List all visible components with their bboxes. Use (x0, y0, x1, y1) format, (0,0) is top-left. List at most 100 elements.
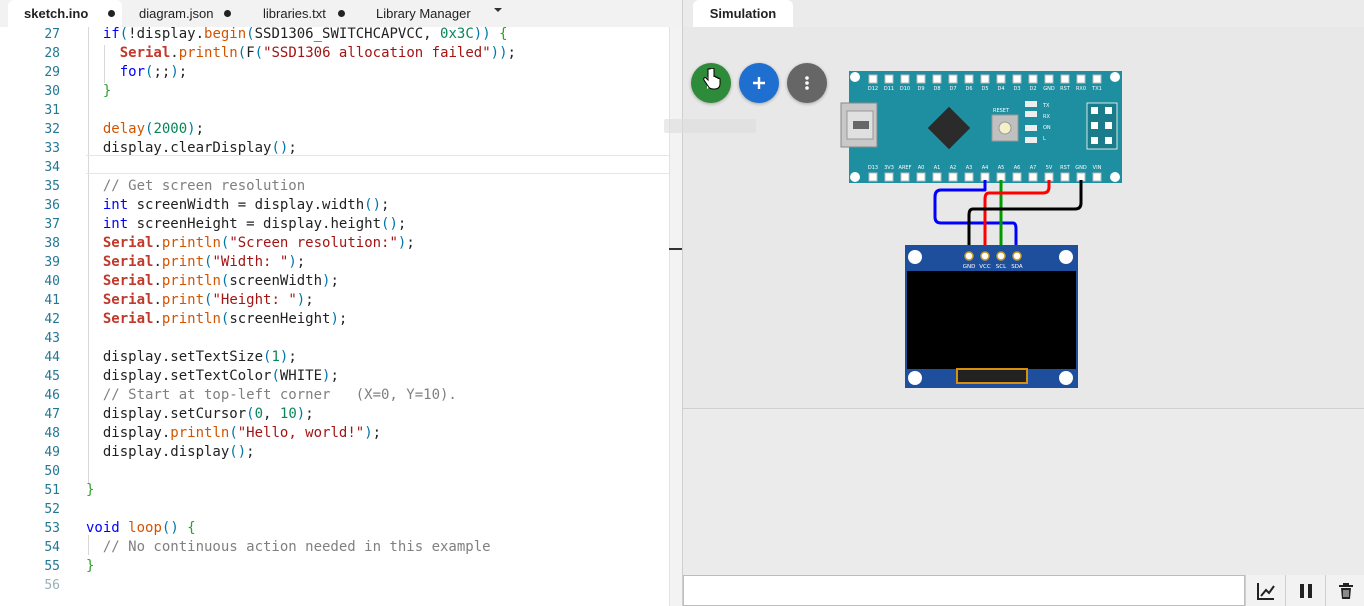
serial-monitor-input[interactable] (683, 575, 1245, 606)
header-pin[interactable] (868, 172, 878, 182)
header-pin[interactable] (932, 172, 942, 182)
code-line[interactable]: } (86, 82, 111, 101)
pin-label: A7 (1030, 165, 1037, 171)
code-line[interactable]: Serial.println(F("SSD1306 allocation fai… (86, 44, 516, 63)
header-pin[interactable] (884, 172, 894, 182)
code-line[interactable]: display.println("Hello, world!"); (86, 424, 381, 443)
line-number: 44 (44, 350, 60, 365)
header-pin[interactable] (884, 74, 894, 84)
tab-diagram-json[interactable]: diagram.json (128, 0, 244, 27)
plotter-button[interactable] (1245, 575, 1286, 606)
oled-pin[interactable] (1012, 251, 1022, 261)
header-pin[interactable] (948, 172, 958, 182)
oled-pin[interactable] (996, 251, 1006, 261)
header-pin[interactable] (1044, 74, 1054, 84)
code-line[interactable]: display.display(); (86, 443, 255, 462)
code-line[interactable]: } (86, 481, 94, 500)
pause-button[interactable] (1285, 575, 1326, 606)
header-pin[interactable] (996, 172, 1006, 182)
oled-pin[interactable] (980, 251, 990, 261)
line-number: 56 (44, 578, 60, 593)
serial-monitor-output (683, 409, 1364, 575)
line-number: 46 (44, 388, 60, 403)
code-line[interactable]: Serial.println(screenWidth); (86, 272, 339, 291)
oled-display[interactable]: GND VCC SCL SDA (905, 245, 1078, 388)
code-line[interactable]: int screenWidth = display.width(); (86, 196, 390, 215)
code-line[interactable]: // Start at top-left corner (X=0, Y=10). (86, 386, 457, 405)
header-pin[interactable] (964, 74, 974, 84)
editor-scrollbar[interactable] (669, 27, 682, 606)
header-pin[interactable] (900, 172, 910, 182)
code-line[interactable]: Serial.println(screenHeight); (86, 310, 348, 329)
code-line[interactable]: display.setTextSize(1); (86, 348, 297, 367)
wire-sda[interactable] (933, 180, 1018, 255)
header-pin[interactable] (1012, 172, 1022, 182)
code-line[interactable]: display.clearDisplay(); (86, 139, 297, 158)
header-pin[interactable] (996, 74, 1006, 84)
line-number: 28 (44, 46, 60, 61)
header-pin[interactable] (964, 172, 974, 182)
panel-resize-handle[interactable] (669, 248, 682, 250)
code-line[interactable]: Serial.print("Width: "); (86, 253, 305, 272)
pin-label: D7 (949, 86, 956, 92)
simulation-canvas[interactable]: D12 D11 D10 D9 D8 D7 D6 D5 D4 D3 D2 GND RST RX0 TX1 D1… (664, 27, 1364, 408)
pin-label: 3V3 (884, 165, 894, 171)
pin-label: D12 (868, 86, 878, 92)
header-pin[interactable] (1076, 172, 1086, 182)
tab-library-manager[interactable]: Library Manager (362, 0, 488, 27)
line-number: 41 (44, 293, 60, 308)
code-line[interactable]: // No continuous action needed in this e… (86, 538, 491, 557)
header-pin[interactable] (1028, 172, 1038, 182)
oled-pin[interactable] (964, 251, 974, 261)
header-pin[interactable] (1076, 74, 1086, 84)
code-editor-panel: sketch.ino diagram.json libraries.txt Li… (0, 0, 682, 606)
header-pin[interactable] (1092, 74, 1102, 84)
code-line[interactable]: int screenHeight = display.height(); (86, 215, 406, 234)
arduino-nano-board[interactable]: D12 D11 D10 D9 D8 D7 D6 D5 D4 D3 D2 GND RST RX0 TX1 D1… (840, 71, 1122, 183)
code-line[interactable]: for(;;); (86, 63, 187, 82)
tab-simulation[interactable]: Simulation (693, 0, 793, 27)
header-pin[interactable] (1060, 74, 1070, 84)
code-line[interactable]: Serial.print("Height: "); (86, 291, 314, 310)
pin-label: D6 (965, 86, 972, 92)
code-line[interactable]: delay(2000); (86, 120, 204, 139)
pin-label: RST (1060, 165, 1071, 171)
code-line[interactable]: void loop() { (86, 519, 196, 538)
header-pin[interactable] (948, 74, 958, 84)
code-line[interactable]: display.setTextColor(WHITE); (86, 367, 339, 386)
code-line[interactable]: } (86, 557, 94, 576)
header-pin[interactable] (1012, 74, 1022, 84)
line-number: 29 (44, 65, 60, 80)
pin-label: VIN (1093, 165, 1102, 171)
header-pin[interactable] (980, 74, 990, 84)
code-area[interactable]: 27 if(!display.begin(SSD1306_SWITCHCAPVC… (0, 25, 682, 606)
line-number: 53 (44, 521, 60, 536)
header-pin[interactable] (1092, 172, 1102, 182)
tab-sketch-ino[interactable]: sketch.ino (8, 0, 122, 27)
chevron-down-icon[interactable] (492, 4, 504, 16)
code-line[interactable]: Serial.println("Screen resolution:"); (86, 234, 415, 253)
code-line[interactable]: if(!display.begin(SSD1306_SWITCHCAPVCC, … (86, 25, 508, 44)
header-pin[interactable] (916, 74, 926, 84)
pin-label: 5V (1046, 165, 1053, 171)
pin-label: A4 (982, 165, 989, 171)
header-pin[interactable] (916, 172, 926, 182)
pin-label: RX0 (1076, 86, 1086, 92)
led-label: ON (1043, 125, 1051, 131)
simulation-panel: Simulation D12 D11 D10 D9 D8 D7 D6 D5 D4… (664, 0, 1364, 606)
clear-output-button[interactable] (1325, 575, 1364, 606)
pin-label: A0 (918, 165, 925, 171)
code-line[interactable]: display.setCursor(0, 10); (86, 405, 314, 424)
tab-libraries-txt[interactable]: libraries.txt (250, 0, 356, 27)
header-pin[interactable] (932, 74, 942, 84)
line-number: 39 (44, 255, 60, 270)
line-number: 43 (44, 331, 60, 346)
header-pin[interactable] (900, 74, 910, 84)
code-line[interactable]: // Get screen resolution (86, 177, 305, 196)
header-pin[interactable] (1044, 172, 1054, 182)
header-pin[interactable] (1028, 74, 1038, 84)
line-number: 49 (44, 445, 60, 460)
header-pin[interactable] (868, 74, 878, 84)
header-pin[interactable] (980, 172, 990, 182)
header-pin[interactable] (1060, 172, 1070, 182)
